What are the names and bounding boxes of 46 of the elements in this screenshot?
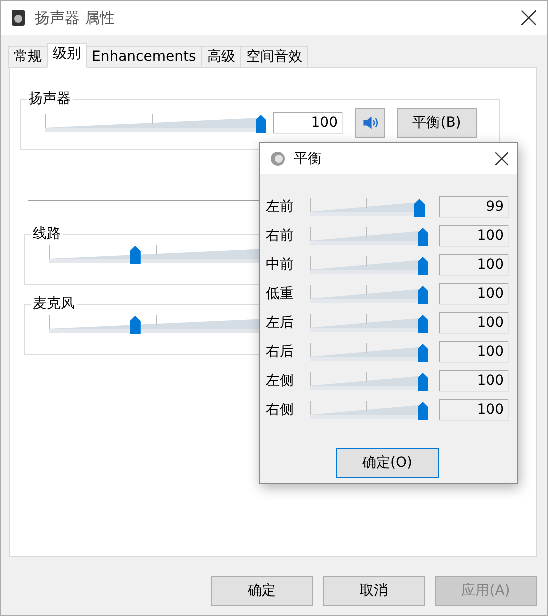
- dialog-button[interactable]: 取消: [323, 576, 425, 606]
- slider-thumb[interactable]: [130, 316, 141, 334]
- channel-label: 左侧: [266, 372, 295, 390]
- group-label: 线路: [32, 225, 62, 243]
- balance-button[interactable]: 平衡(B): [397, 108, 477, 138]
- dialog-button[interactable]: 确定: [211, 576, 313, 606]
- tab[interactable]: 空间音效: [240, 46, 308, 68]
- dialog-title: 平衡: [294, 150, 323, 168]
- slider-thumb[interactable]: [418, 257, 428, 275]
- window-title: 扬声器 属性: [35, 8, 116, 28]
- slider-thumb[interactable]: [414, 199, 426, 217]
- slider-thumb[interactable]: [130, 246, 141, 264]
- tab[interactable]: 级别: [47, 43, 87, 68]
- channel-label: 左后: [266, 314, 295, 332]
- ok-button[interactable]: 确定(O): [336, 448, 439, 478]
- channel-label: 右前: [266, 227, 295, 245]
- volume-field[interactable]: 100: [273, 112, 343, 134]
- channel-value-field[interactable]: 100: [439, 399, 509, 421]
- group-label: 扬声器: [28, 90, 72, 108]
- channel-label: 右侧: [266, 401, 295, 419]
- channel-value-field[interactable]: 100: [439, 225, 509, 247]
- slider-thumb[interactable]: [418, 373, 428, 391]
- slider-thumb[interactable]: [256, 115, 266, 133]
- channel-label: 低重: [266, 285, 295, 303]
- channel-value-field[interactable]: 100: [439, 283, 509, 305]
- slider-thumb[interactable]: [418, 402, 428, 420]
- mute-button[interactable]: [355, 108, 385, 138]
- slider-thumb[interactable]: [418, 344, 428, 362]
- channel-label: 右后: [266, 343, 295, 361]
- slider-thumb[interactable]: [418, 228, 428, 246]
- channel-value-field[interactable]: 100: [439, 341, 509, 363]
- close-icon[interactable]: [495, 152, 509, 166]
- group-label: 麦克风: [32, 295, 76, 313]
- channel-value-field[interactable]: 100: [439, 312, 509, 334]
- channel-value-field[interactable]: 100: [439, 370, 509, 392]
- speaker-box-icon: [11, 9, 27, 27]
- close-icon[interactable]: [521, 10, 537, 26]
- channel-label: 中前: [266, 256, 295, 274]
- speaker-icon: [361, 114, 379, 132]
- channel-value-field[interactable]: 100: [439, 254, 509, 276]
- tab[interactable]: 常规: [8, 46, 48, 68]
- speaker-cone-icon: [270, 150, 286, 166]
- channel-value-field[interactable]: 99: [439, 196, 509, 218]
- slider-thumb[interactable]: [418, 315, 428, 333]
- channel-label: 左前: [266, 198, 295, 216]
- slider-thumb[interactable]: [418, 286, 428, 304]
